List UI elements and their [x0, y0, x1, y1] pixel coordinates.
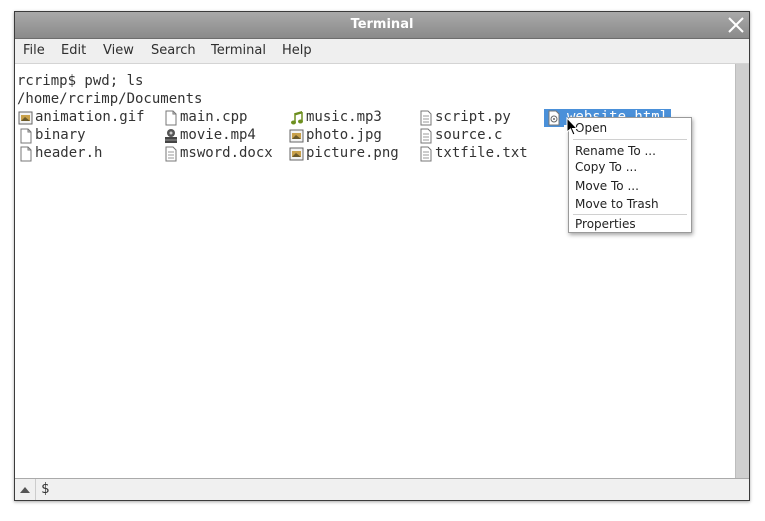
prompt-symbol[interactable]: $ [41, 481, 49, 497]
file-entry[interactable]: movie.mp4 [163, 127, 256, 145]
context-menu: Open Rename To ... Copy To ... Move To .… [568, 117, 692, 233]
menu-help[interactable]: Help [282, 43, 312, 58]
ctx-copy[interactable]: Copy To ... [575, 160, 637, 174]
menu-separator [573, 214, 687, 215]
document-file-icon [20, 146, 32, 162]
ctx-rename[interactable]: Rename To ... [575, 144, 656, 158]
mouse-pointer-icon [566, 117, 579, 136]
terminal-window: Terminal File Edit View Search Terminal … [14, 11, 750, 501]
file-name: photo.jpg [306, 127, 382, 143]
text-file-icon [420, 128, 432, 144]
document-file-icon [165, 110, 177, 126]
ctx-move[interactable]: Move To ... [575, 179, 639, 193]
expand-toggle-button[interactable] [15, 479, 36, 500]
command-bar: $ [15, 478, 749, 500]
file-name: main.cpp [180, 109, 248, 125]
file-name: music.mp3 [306, 109, 382, 125]
file-entry[interactable]: photo.jpg [289, 127, 382, 145]
file-name: picture.png [306, 145, 399, 161]
text-file-icon [420, 110, 432, 126]
menu-view[interactable]: View [103, 43, 134, 58]
file-entry[interactable]: binary [18, 127, 86, 145]
image-file-icon [289, 147, 304, 161]
file-name: header.h [35, 145, 103, 161]
file-entry[interactable]: music.mp3 [289, 109, 382, 127]
text-file-icon [420, 146, 432, 162]
triangle-up-icon [20, 487, 30, 493]
html-file-icon [548, 110, 560, 126]
title-bar[interactable]: Terminal [15, 12, 749, 39]
cwd-line: /home/rcrimp/Documents [17, 91, 203, 107]
file-entry[interactable]: header.h [18, 145, 102, 163]
ctx-trash[interactable]: Move to Trash [575, 197, 659, 211]
image-file-icon [289, 129, 304, 143]
menu-bar: File Edit View Search Terminal Help [15, 39, 749, 64]
music-file-icon [291, 111, 303, 125]
file-name: source.c [435, 127, 503, 143]
ctx-properties[interactable]: Properties [575, 217, 636, 231]
text-file-icon [165, 146, 177, 162]
file-entry[interactable]: animation.gif [18, 109, 145, 127]
window-title: Terminal [350, 17, 414, 32]
file-name: script.py [435, 109, 511, 125]
file-name: binary [35, 127, 86, 143]
command-line: rcrimp$ pwd; ls [17, 73, 144, 89]
file-name: animation.gif [35, 109, 145, 125]
file-entry[interactable]: main.cpp [163, 109, 247, 127]
document-file-icon [20, 128, 32, 144]
menu-terminal[interactable]: Terminal [211, 43, 266, 58]
menu-file[interactable]: File [23, 43, 45, 58]
menu-edit[interactable]: Edit [61, 43, 86, 58]
file-name: txtfile.txt [435, 145, 528, 161]
file-entry[interactable]: picture.png [289, 145, 399, 163]
video-file-icon [165, 129, 177, 143]
vertical-scrollbar[interactable] [735, 64, 749, 478]
file-name: msword.docx [180, 145, 273, 161]
file-entry[interactable]: txtfile.txt [418, 145, 528, 163]
file-entry[interactable]: source.c [418, 127, 502, 145]
file-entry[interactable]: msword.docx [163, 145, 273, 163]
close-icon[interactable] [726, 15, 746, 35]
file-entry[interactable]: script.py [418, 109, 511, 127]
menu-search[interactable]: Search [151, 43, 196, 58]
image-file-icon [18, 111, 33, 125]
file-name: movie.mp4 [180, 127, 256, 143]
menu-separator [573, 139, 687, 140]
